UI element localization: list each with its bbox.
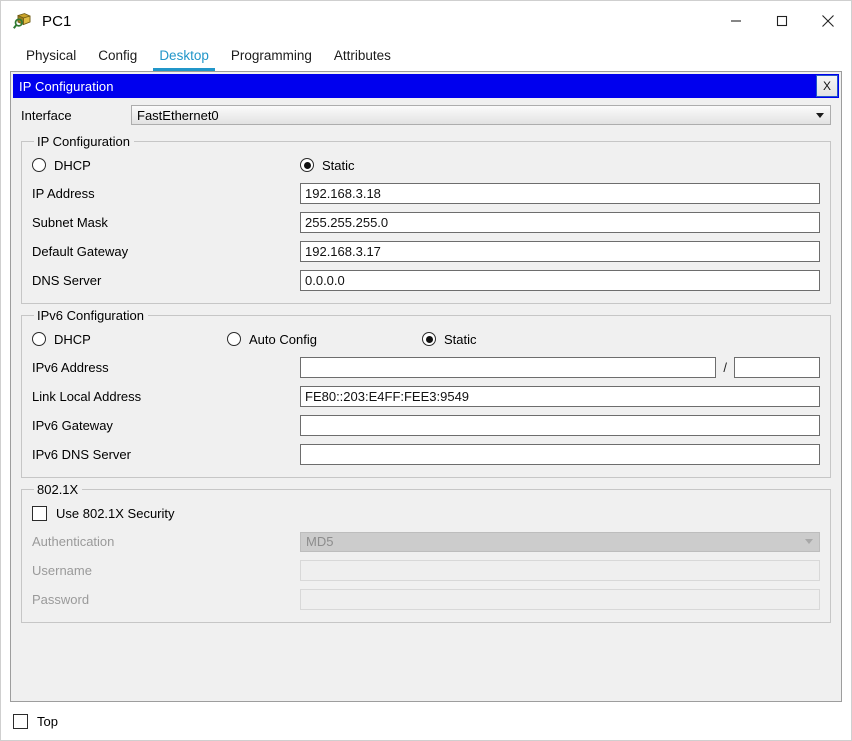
- interface-select-value: FastEthernet0: [137, 107, 219, 123]
- authentication-select-value: MD5: [306, 534, 334, 549]
- dns-server-label: DNS Server: [32, 273, 102, 288]
- ip-configuration-legend: IP Configuration: [37, 134, 130, 149]
- chevron-down-icon: [805, 539, 813, 544]
- radio-ipv6-dhcp[interactable]: DHCP: [32, 332, 227, 347]
- maximize-button[interactable]: [759, 1, 805, 41]
- tab-physical[interactable]: Physical: [15, 43, 87, 71]
- top-checkbox[interactable]: Top: [13, 713, 58, 729]
- chevron-down-icon: [816, 112, 824, 118]
- ipv6-address-label: IPv6 Address: [32, 360, 109, 375]
- ip-address-label: IP Address: [32, 186, 95, 201]
- default-gateway-row: Default Gateway 192.168.3.17: [32, 237, 820, 266]
- ipv6-gateway-row: IPv6 Gateway: [32, 411, 820, 440]
- link-local-address-row: Link Local Address FE80::203:E4FF:FEE3:9…: [32, 382, 820, 411]
- use-dot1x-security-checkbox[interactable]: Use 802.1X Security: [32, 499, 820, 527]
- pc-config-window: PC1 Physical Config Desktop Programming …: [0, 0, 852, 741]
- default-gateway-label: Default Gateway: [32, 244, 129, 259]
- radio-ipv6-static-label: Static: [444, 331, 477, 347]
- minimize-icon: [731, 20, 741, 22]
- radio-ip-dhcp-indicator: [32, 158, 46, 172]
- dot1x-group: 802.1X Use 802.1X Security Authenticatio…: [21, 482, 831, 623]
- ipv6-dns-server-row: IPv6 DNS Server: [32, 440, 820, 469]
- radio-ipv6-auto-config[interactable]: Auto Config: [227, 332, 422, 347]
- password-row: Password: [32, 585, 820, 614]
- close-button[interactable]: [805, 1, 851, 41]
- ip-configuration-caption-title: IP Configuration: [19, 78, 114, 94]
- ipv6-configuration-group: IPv6 Configuration DHCP Auto Config Stat…: [21, 308, 831, 478]
- ip-address-row: IP Address 192.168.3.18: [32, 179, 820, 208]
- ipv6-mode-radio-row: DHCP Auto Config Static: [32, 325, 820, 353]
- ipv6-gateway-label: IPv6 Gateway: [32, 418, 113, 433]
- minimize-button[interactable]: [713, 1, 759, 41]
- device-pc-icon: [13, 11, 33, 31]
- tab-desktop[interactable]: Desktop: [148, 43, 220, 71]
- ipv6-dns-server-input[interactable]: [300, 444, 820, 465]
- ipv6-configuration-legend: IPv6 Configuration: [37, 308, 144, 323]
- radio-ipv6-dhcp-label: DHCP: [54, 331, 91, 347]
- use-dot1x-security-indicator: [32, 505, 47, 521]
- radio-ipv6-static[interactable]: Static: [422, 332, 477, 347]
- ip-configuration-body: Interface FastEthernet0 IP Configuration…: [11, 98, 841, 701]
- radio-ipv6-auto-config-indicator: [227, 332, 241, 346]
- ip-address-input[interactable]: 192.168.3.18: [300, 183, 820, 204]
- ip-configuration-close-button[interactable]: X: [816, 75, 838, 97]
- authentication-label: Authentication: [32, 534, 115, 549]
- tab-attributes[interactable]: Attributes: [323, 43, 402, 71]
- radio-ip-static[interactable]: Static: [300, 158, 355, 173]
- password-input: [300, 589, 820, 610]
- radio-ipv6-static-indicator: [422, 332, 436, 346]
- subnet-mask-input[interactable]: 255.255.255.0: [300, 212, 820, 233]
- desktop-content-panel: IP Configuration X Interface FastEtherne…: [10, 71, 842, 702]
- titlebar-left: PC1: [1, 11, 71, 31]
- interface-row: Interface FastEthernet0: [21, 100, 831, 130]
- interface-select[interactable]: FastEthernet0: [131, 105, 831, 125]
- username-label: Username: [32, 563, 92, 578]
- device-tabbar: Physical Config Desktop Programming Attr…: [1, 41, 851, 71]
- link-local-address-label: Link Local Address: [32, 389, 142, 404]
- ipv6-dns-server-label: IPv6 DNS Server: [32, 447, 131, 462]
- window-controls: [713, 1, 851, 41]
- tab-programming[interactable]: Programming: [220, 43, 323, 71]
- maximize-icon: [776, 15, 788, 27]
- authentication-select: MD5: [300, 531, 820, 552]
- interface-label: Interface: [21, 107, 72, 123]
- default-gateway-input[interactable]: 192.168.3.17: [300, 241, 820, 262]
- ipv6-gateway-input[interactable]: [300, 415, 820, 436]
- window-bottom-bar: Top: [1, 702, 851, 740]
- dns-server-row: DNS Server 0.0.0.0: [32, 266, 820, 295]
- ipv6-prefix-separator: /: [723, 360, 727, 375]
- use-dot1x-security-label: Use 802.1X Security: [56, 505, 175, 521]
- radio-ip-static-indicator: [300, 158, 314, 172]
- window-titlebar: PC1: [1, 1, 851, 41]
- authentication-row: Authentication MD5: [32, 527, 820, 556]
- username-row: Username: [32, 556, 820, 585]
- radio-ipv6-auto-config-label: Auto Config: [249, 331, 317, 347]
- ip-mode-radio-row: DHCP Static: [32, 151, 820, 179]
- radio-ipv6-dhcp-indicator: [32, 332, 46, 346]
- radio-ip-dhcp-label: DHCP: [54, 157, 91, 173]
- ipv6-address-input[interactable]: [300, 357, 717, 378]
- dns-server-input[interactable]: 0.0.0.0: [300, 270, 820, 291]
- radio-ip-dhcp[interactable]: DHCP: [32, 158, 300, 173]
- password-label: Password: [32, 592, 90, 607]
- ip-configuration-group: IP Configuration DHCP Static IP Address …: [21, 134, 831, 304]
- subnet-mask-row: Subnet Mask 255.255.255.0: [32, 208, 820, 237]
- top-checkbox-indicator: [13, 713, 28, 729]
- ip-configuration-caption: IP Configuration X: [13, 74, 839, 98]
- tab-config[interactable]: Config: [87, 43, 148, 71]
- window-title: PC1: [42, 12, 72, 30]
- dot1x-legend: 802.1X: [37, 482, 79, 497]
- ipv6-address-row: IPv6 Address /: [32, 353, 820, 382]
- link-local-address-input[interactable]: FE80::203:E4FF:FEE3:9549: [300, 386, 820, 407]
- subnet-mask-label: Subnet Mask: [32, 215, 108, 230]
- radio-ip-static-label: Static: [322, 157, 355, 173]
- username-input: [300, 560, 820, 581]
- close-icon: [822, 15, 834, 27]
- top-checkbox-label: Top: [37, 713, 58, 729]
- ipv6-prefix-input[interactable]: [734, 357, 820, 378]
